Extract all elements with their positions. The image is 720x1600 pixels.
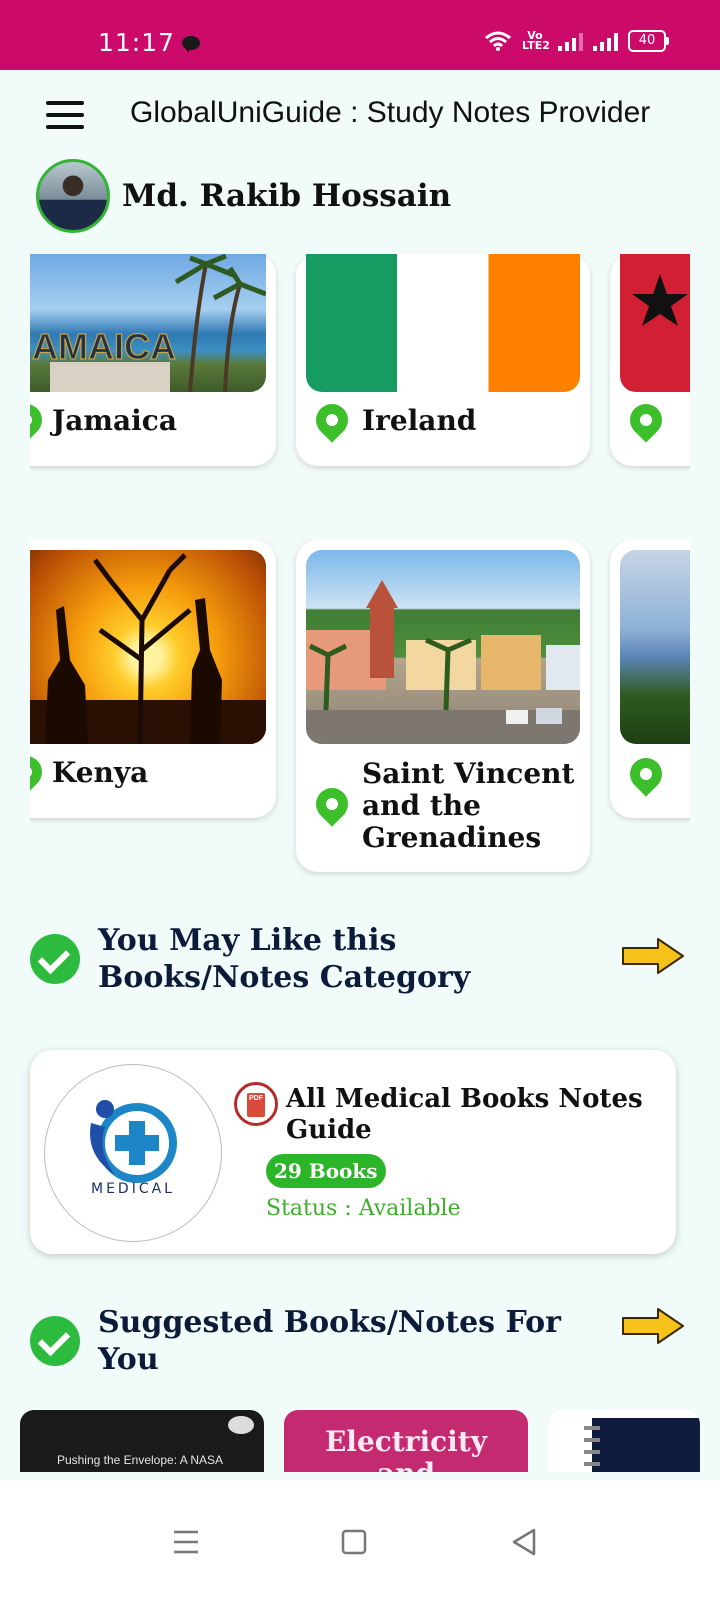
- country-label: Ireland: [316, 404, 576, 444]
- category-card-medical[interactable]: MEDICAL PDF All Medical Books Notes Guid…: [30, 1050, 676, 1254]
- app-title: GlobalUniGuide : Study Notes Provider: [130, 96, 651, 129]
- battery-icon: 40: [628, 30, 669, 52]
- volte-icon: Vo LTE2: [522, 29, 550, 52]
- country-name: Kenya: [52, 756, 149, 789]
- country-card-ireland[interactable]: Ireland: [296, 254, 590, 466]
- location-pin-icon: [630, 758, 662, 798]
- category-status: Status : Available: [266, 1196, 461, 1221]
- country-label: Kenya: [30, 756, 270, 796]
- country-carousel-1[interactable]: JAMAICA Jamaica Ireland: [30, 254, 690, 484]
- category-title: All Medical Books Notes Guide: [286, 1084, 643, 1145]
- svg-text:JAMAICA: JAMAICA: [30, 326, 176, 367]
- status-bar: 11:17 Vo LTE2 40: [0, 0, 720, 70]
- books-count-badge: 29 Books: [266, 1154, 386, 1188]
- book-card-notebook[interactable]: [548, 1410, 700, 1472]
- country-label: [630, 404, 662, 444]
- country-card-saint-vincent[interactable]: Saint Vincent and the Grenadines: [296, 540, 590, 872]
- hamburger-menu-icon[interactable]: [46, 101, 84, 129]
- location-pin-icon: [630, 404, 662, 444]
- pdf-label: PDF: [247, 1093, 265, 1117]
- message-notification-icon: [182, 36, 200, 53]
- country-carousel-2[interactable]: Kenya Saint Vincent and the Grenadines: [30, 540, 690, 885]
- notebook-cover: [592, 1418, 700, 1472]
- saint-vincent-image: [306, 550, 580, 744]
- location-pin-icon: [30, 756, 42, 796]
- country-card-kenya[interactable]: Kenya: [30, 540, 276, 818]
- back-nav-icon[interactable]: [504, 1522, 544, 1562]
- signal-icon-1: [558, 31, 583, 51]
- book-title: Electricity and: [324, 1425, 488, 1473]
- pdf-icon: PDF: [234, 1082, 278, 1126]
- country-card-partial-2[interactable]: [610, 540, 690, 818]
- country-image: [620, 550, 690, 744]
- country-card-jamaica[interactable]: JAMAICA Jamaica: [30, 254, 276, 466]
- system-nav-bar: [0, 1480, 720, 1600]
- section-title: You May Like this Books/Notes Category: [98, 923, 471, 995]
- avatar[interactable]: [36, 159, 110, 233]
- book-card-nasa[interactable]: Pushing the Envelope: A NASA Guide to En…: [20, 1410, 264, 1472]
- user-profile[interactable]: Md. Rakib Hossain: [36, 156, 451, 236]
- country-label: Jamaica: [30, 404, 270, 444]
- country-name: Jamaica: [52, 404, 177, 437]
- book-title: Pushing the Envelope: A NASA Guide to En…: [56, 1453, 224, 1467]
- status-icons: Vo LTE2 40: [484, 29, 669, 52]
- status-time: 11:17: [98, 28, 176, 57]
- kenya-image: [30, 550, 266, 744]
- book-card-electricity[interactable]: Electricity and: [284, 1410, 528, 1472]
- arrow-right-icon[interactable]: [620, 936, 686, 976]
- suggested-books-carousel[interactable]: Pushing the Envelope: A NASA Guide to En…: [20, 1410, 700, 1472]
- spiral-binding-icon: [584, 1426, 600, 1472]
- signal-icon-2: [593, 31, 618, 51]
- country-card-partial[interactable]: [610, 254, 690, 466]
- app-bar: GlobalUniGuide : Study Notes Provider: [0, 70, 720, 160]
- location-pin-icon: [30, 404, 42, 444]
- check-circle-icon: [30, 1316, 80, 1366]
- flag-image: [620, 254, 690, 392]
- wifi-icon: [485, 31, 511, 51]
- location-pin-icon: [316, 788, 348, 828]
- menu-nav-icon[interactable]: [166, 1522, 206, 1562]
- jamaica-image: JAMAICA: [30, 254, 266, 392]
- medical-logo: MEDICAL: [44, 1064, 222, 1242]
- country-name: Ireland: [362, 404, 477, 437]
- logo-text: MEDICAL: [91, 1181, 175, 1197]
- arrow-right-icon[interactable]: [620, 1306, 686, 1346]
- section-title: Suggested Books/Notes For You: [98, 1305, 561, 1377]
- country-label: [630, 758, 662, 798]
- user-name: Md. Rakib Hossain: [122, 178, 452, 214]
- section-suggested-header: Suggested Books/Notes For You: [30, 1304, 610, 1378]
- nasa-logo-icon: [228, 1416, 254, 1434]
- country-label: Saint Vincent and the Grenadines: [316, 758, 580, 854]
- country-name: Saint Vincent and the Grenadines: [362, 757, 575, 854]
- ireland-flag-image: [306, 254, 580, 392]
- check-circle-icon: [30, 934, 80, 984]
- section-category-header: You May Like this Books/Notes Category: [30, 922, 610, 996]
- home-nav-icon[interactable]: [334, 1522, 374, 1562]
- location-pin-icon: [316, 404, 348, 444]
